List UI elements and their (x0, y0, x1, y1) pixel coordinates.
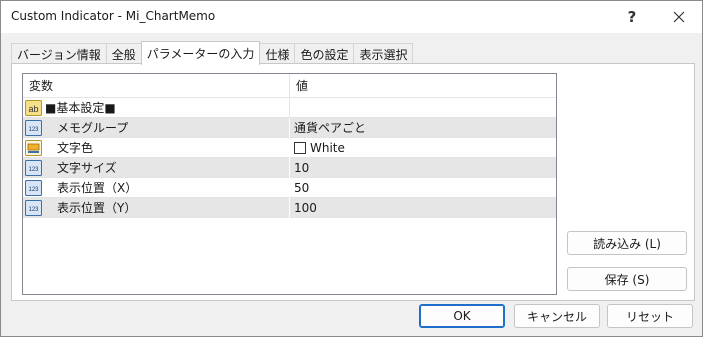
color-value-text: White (310, 141, 345, 155)
row-label: 文字色 (57, 141, 94, 155)
header-variable[interactable]: 変数 (23, 74, 290, 98)
row-value[interactable]: 10 (290, 158, 556, 178)
row-value[interactable]: 100 (290, 198, 556, 218)
header-value[interactable]: 値 (290, 74, 556, 98)
row-value[interactable]: 通貨ペアごと (290, 118, 556, 138)
load-button[interactable]: 読み込み (L) (567, 231, 687, 255)
table-row[interactable]: 123 表示位置（Y） 100 (23, 198, 556, 218)
row-label: ■基本設定■ (45, 101, 116, 115)
color-type-icon (25, 140, 42, 156)
table-row[interactable]: ab ■基本設定■ (23, 98, 556, 118)
parameter-grid: 変数 値 ab ■基本設定■ 123 メモグループ 通貨ペアごと 文字色 Whi… (22, 73, 557, 295)
color-swatch (294, 142, 306, 154)
row-label: メモグループ (57, 121, 129, 135)
tab-colors[interactable]: 色の設定 (294, 43, 355, 65)
number-type-icon: 123 (25, 160, 42, 176)
svg-text:123: 123 (28, 127, 39, 133)
row-label: 表示位置（X） (57, 181, 138, 195)
grid-header: 変数 値 (23, 74, 556, 98)
row-value[interactable] (290, 98, 556, 118)
tab-version-info[interactable]: バージョン情報 (11, 43, 107, 65)
string-type-icon: ab (25, 100, 42, 116)
row-label: 表示位置（Y） (57, 201, 137, 215)
tab-bar: バージョン情報 全般 パラメーターの入力 仕様 色の設定 表示選択 (11, 41, 414, 65)
table-row[interactable]: 123 文字サイズ 10 (23, 158, 556, 178)
svg-text:123: 123 (28, 187, 39, 193)
number-type-icon: 123 (25, 120, 42, 136)
svg-text:123: 123 (28, 167, 39, 173)
tab-general[interactable]: 全般 (105, 43, 142, 65)
row-label: 文字サイズ (57, 161, 117, 175)
close-icon (673, 11, 685, 23)
ok-button[interactable]: OK (419, 304, 505, 328)
svg-text:ab: ab (28, 104, 38, 114)
dialog-window: Custom Indicator - Mi_ChartMemo ? バージョン情… (0, 0, 703, 337)
tab-panel: 変数 値 ab ■基本設定■ 123 メモグループ 通貨ペアごと 文字色 Whi… (11, 63, 695, 301)
svg-text:123: 123 (28, 207, 39, 213)
save-button[interactable]: 保存 (S) (567, 267, 687, 291)
help-button[interactable]: ? (609, 1, 655, 33)
table-row[interactable]: 123 表示位置（X） 50 (23, 178, 556, 198)
reset-button[interactable]: リセット (607, 304, 693, 328)
window-title: Custom Indicator - Mi_ChartMemo (11, 9, 216, 23)
tab-parameters[interactable]: パラメーターの入力 (140, 41, 261, 65)
row-value[interactable]: 50 (290, 178, 556, 198)
tab-specification[interactable]: 仕様 (259, 43, 296, 65)
row-value[interactable]: White (290, 138, 556, 158)
table-row[interactable]: 文字色 White (23, 138, 556, 158)
title-bar: Custom Indicator - Mi_ChartMemo ? (1, 1, 702, 33)
cancel-button[interactable]: キャンセル (514, 304, 600, 328)
number-type-icon: 123 (25, 200, 42, 216)
number-type-icon: 123 (25, 180, 42, 196)
close-button[interactable] (656, 1, 702, 33)
table-row[interactable]: 123 メモグループ 通貨ペアごと (23, 118, 556, 138)
tab-visualization[interactable]: 表示選択 (353, 43, 414, 65)
